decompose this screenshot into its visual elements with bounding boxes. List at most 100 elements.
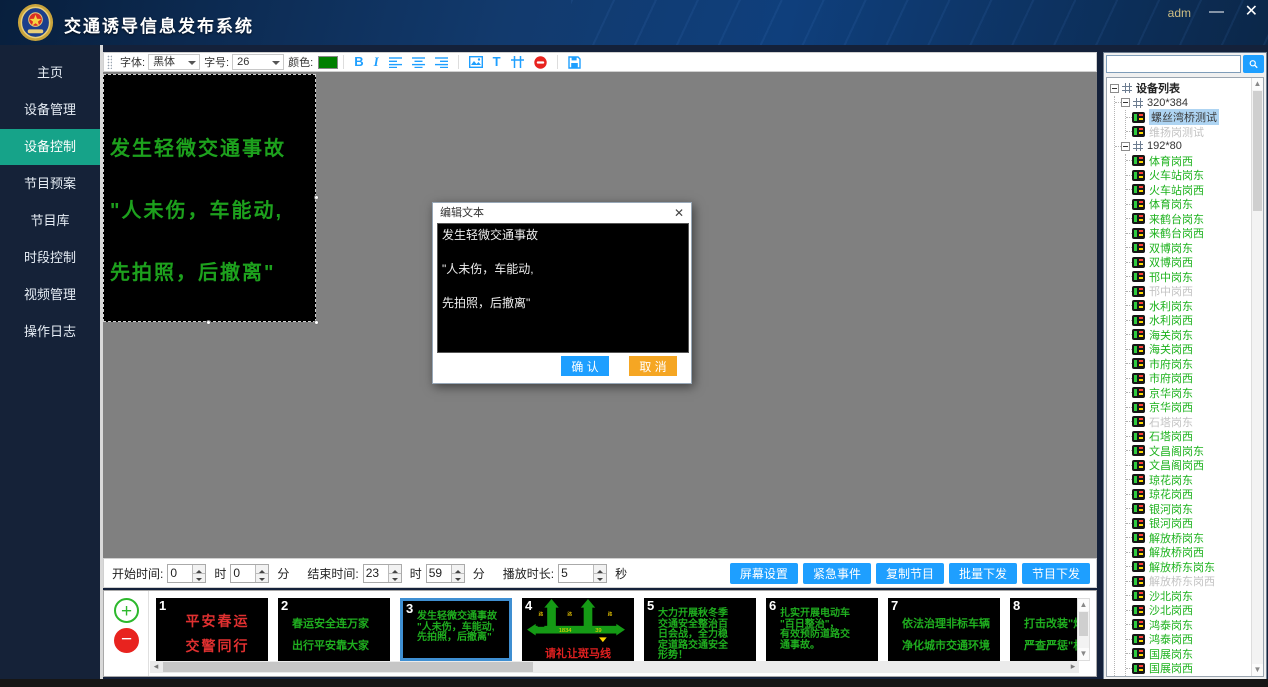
collapse-toggle-icon[interactable] — [1110, 84, 1119, 93]
device-node[interactable]: 邗中岗东 — [1126, 270, 1250, 285]
duration-input[interactable]: 5 — [558, 564, 607, 583]
sidebar-item-操作日志[interactable]: 操作日志 — [0, 314, 100, 350]
vertical-scrollbar[interactable]: ▲ ▼ — [1077, 598, 1090, 661]
align-center-button[interactable] — [412, 57, 425, 68]
device-node[interactable]: 国展岗东 — [1126, 647, 1250, 662]
tree-scrollbar[interactable]: ▲ ▼ — [1251, 78, 1263, 676]
device-group-192*80[interactable]: 192*80 — [1115, 139, 1250, 154]
device-node[interactable]: 螺丝湾桥测试 — [1126, 110, 1250, 125]
device-node[interactable]: 邗中岗西 — [1126, 284, 1250, 299]
device-node[interactable]: 解放桥岗西 — [1126, 545, 1250, 560]
spinner-arrows[interactable] — [593, 565, 606, 582]
device-group-320*384[interactable]: 320*384 — [1115, 96, 1250, 111]
program-thumbnail-4[interactable]: 4183439路路路请礼让斑马线 — [522, 598, 634, 661]
scroll-down-icon[interactable]: ▼ — [1252, 664, 1263, 676]
save-button[interactable] — [568, 56, 581, 69]
dialog-textarea[interactable]: 发生轻微交通事故 "人未伤，车能动, 先拍照，后撤离" — [437, 223, 689, 353]
start-hour-input[interactable]: 0 — [167, 564, 206, 583]
sidebar-item-节目预案[interactable]: 节目预案 — [0, 166, 100, 202]
program-thumbnail-2[interactable]: 2春运安全连万家出行平安靠大家 — [278, 598, 390, 661]
device-node[interactable]: 解放桥东岗西 — [1126, 574, 1250, 589]
device-node[interactable]: 来鹤台岗西 — [1126, 226, 1250, 241]
device-node[interactable]: 鸿泰岗西 — [1126, 632, 1250, 647]
sidebar-item-设备管理[interactable]: 设备管理 — [0, 92, 100, 128]
resize-handle[interactable] — [314, 195, 319, 200]
device-node[interactable]: 双博岗西 — [1126, 255, 1250, 270]
device-node[interactable]: 解放桥岗东 — [1126, 531, 1250, 546]
bold-button[interactable]: B — [354, 54, 363, 70]
spinner-arrows[interactable] — [192, 565, 205, 582]
device-node[interactable]: 市府岗东 — [1126, 357, 1250, 372]
spinner-arrows[interactable] — [388, 565, 401, 582]
edit-canvas[interactable]: 发生轻微交通事故"人未伤，车能动,先拍照，后撤离" 编辑文本 ✕ 发生轻微交通事… — [103, 72, 1097, 558]
scroll-right-icon[interactable]: ▸ — [1067, 661, 1079, 673]
close-button[interactable]: ✕ — [1245, 3, 1258, 21]
sidebar-item-视频管理[interactable]: 视频管理 — [0, 277, 100, 313]
frame-layout-button[interactable] — [511, 56, 524, 68]
device-node[interactable]: 文昌阁岗东 — [1126, 444, 1250, 459]
collapse-toggle-icon[interactable] — [1121, 142, 1130, 151]
device-node[interactable]: 京华岗东 — [1126, 386, 1250, 401]
collapse-toggle-icon[interactable] — [1121, 98, 1130, 107]
end-minute-input[interactable]: 59 — [426, 564, 465, 583]
remove-program-button[interactable]: − — [114, 628, 139, 653]
device-node[interactable]: 双博岗东 — [1126, 241, 1250, 256]
align-right-button[interactable] — [435, 57, 448, 68]
device-node[interactable]: 海关岗西 — [1126, 342, 1250, 357]
confirm-button[interactable]: 确 认 — [561, 356, 609, 376]
cancel-button[interactable]: 取 消 — [629, 356, 677, 376]
device-node[interactable]: 市府岗西 — [1126, 371, 1250, 386]
device-node[interactable]: 琼花岗西 — [1126, 487, 1250, 502]
action-button-屏幕设置[interactable]: 屏幕设置 — [730, 563, 798, 584]
device-node[interactable]: 京华岗西 — [1126, 400, 1250, 415]
device-node[interactable]: 琼花岗东 — [1126, 473, 1250, 488]
led-preview[interactable]: 发生轻微交通事故"人未伤，车能动,先拍照，后撤离" — [103, 74, 316, 322]
device-node[interactable]: 体育岗东 — [1126, 197, 1250, 212]
device-node[interactable]: 文昌阁岗西 — [1126, 458, 1250, 473]
resize-handle[interactable] — [206, 320, 211, 325]
device-node[interactable]: 国展岗西 — [1126, 661, 1250, 676]
sidebar-item-时段控制[interactable]: 时段控制 — [0, 240, 100, 276]
add-program-button[interactable]: + — [114, 598, 139, 623]
device-node[interactable]: 海关岗东 — [1126, 328, 1250, 343]
sidebar-item-节目库[interactable]: 节目库 — [0, 203, 100, 239]
action-button-批量下发[interactable]: 批量下发 — [949, 563, 1017, 584]
size-select[interactable]: 26 — [232, 54, 284, 70]
device-node[interactable]: 沙北岗西 — [1126, 603, 1250, 618]
align-left-button[interactable] — [389, 57, 402, 68]
spinner-arrows[interactable] — [451, 565, 464, 582]
action-button-紧急事件[interactable]: 紧急事件 — [803, 563, 871, 584]
italic-button[interactable]: I — [374, 54, 379, 70]
scroll-left-icon[interactable]: ◂ — [150, 661, 162, 673]
color-swatch[interactable] — [318, 56, 338, 69]
scrollbar-thumb[interactable] — [1253, 91, 1262, 211]
sidebar-item-主页[interactable]: 主页 — [0, 55, 100, 91]
program-thumbnail-5[interactable]: 5大力开展秋冬季交通安全整治百日会战，全力稳定道路交通安全形势！ — [644, 598, 756, 661]
device-node[interactable]: 银河岗西 — [1126, 516, 1250, 531]
sidebar-item-设备控制[interactable]: 设备控制 — [0, 129, 100, 165]
dialog-close-icon[interactable]: ✕ — [674, 206, 684, 220]
program-thumbnail-3[interactable]: 3发生轻微交通事故"人未伤，车能动,先拍照，后撤离" — [400, 598, 512, 661]
device-node[interactable]: 维扬岗测试 — [1126, 125, 1250, 140]
device-node[interactable]: 水利岗东 — [1126, 299, 1250, 314]
user-name[interactable]: adm — [1168, 6, 1191, 20]
delete-button[interactable] — [534, 56, 547, 69]
search-button[interactable] — [1243, 55, 1264, 73]
device-node[interactable]: 火车站岗东 — [1126, 168, 1250, 183]
scroll-up-icon[interactable]: ▲ — [1078, 599, 1089, 611]
action-button-节目下发[interactable]: 节目下发 — [1022, 563, 1090, 584]
program-thumbnail-6[interactable]: 6扎实开展电动车"百日整治"，有效预防道路交通事故。 — [766, 598, 878, 661]
action-button-复制节目[interactable]: 复制节目 — [876, 563, 944, 584]
program-thumbnail-1[interactable]: 1平安春运交警同行 — [156, 598, 268, 661]
scrollbar-thumb[interactable] — [1079, 612, 1088, 636]
device-node[interactable]: 银河岗东 — [1126, 502, 1250, 517]
device-node[interactable]: 解放桥东岗东 — [1126, 560, 1250, 575]
device-node[interactable]: 石塔岗西 — [1126, 429, 1250, 444]
device-node[interactable]: 沙北岗东 — [1126, 589, 1250, 604]
device-node[interactable]: 体育岗西 — [1126, 154, 1250, 169]
device-node[interactable]: 来鹤台岗东 — [1126, 212, 1250, 227]
insert-image-button[interactable] — [469, 56, 483, 68]
program-thumbnail-7[interactable]: 7依法治理非标车辆净化城市交通环境 — [888, 598, 1000, 661]
end-hour-input[interactable]: 23 — [363, 564, 402, 583]
horizontal-scrollbar[interactable]: ◂ ▸ — [150, 661, 1079, 673]
